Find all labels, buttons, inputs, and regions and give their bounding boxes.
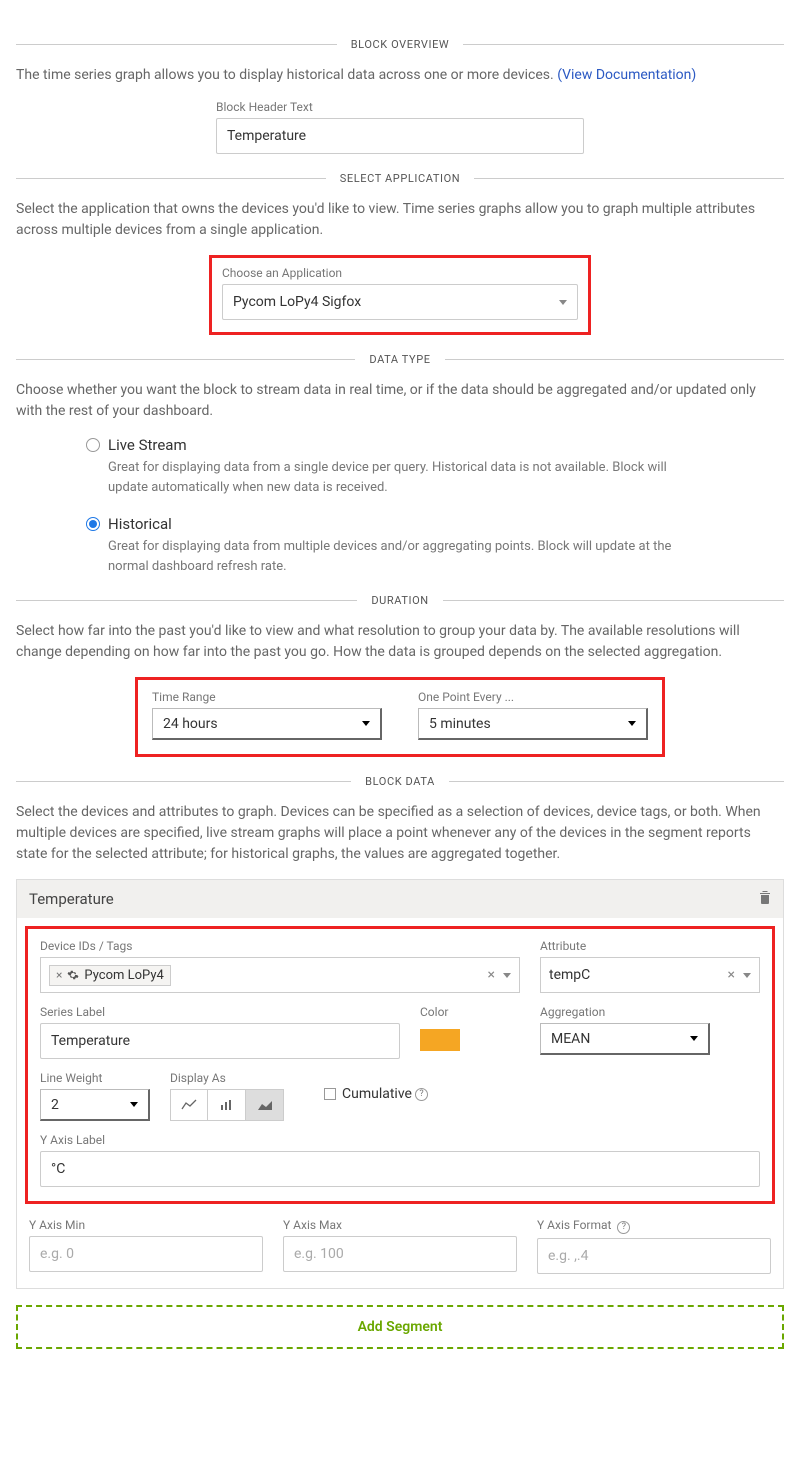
section-divider-duration: DURATION	[16, 594, 784, 607]
display-as-bar-button[interactable]	[208, 1089, 246, 1121]
device-ids-label: Device IDs / Tags	[40, 939, 520, 953]
aggregation-value: MEAN	[551, 1031, 590, 1047]
chevron-down-icon	[362, 721, 370, 726]
y-axis-max-label: Y Axis Max	[283, 1218, 517, 1232]
series-label-label: Series Label	[40, 1005, 400, 1019]
chevron-down-icon	[690, 1036, 698, 1041]
device-ids-input[interactable]: × Pycom LoPy4 ×	[40, 957, 520, 993]
remove-tag-button[interactable]: ×	[56, 968, 62, 982]
chevron-down-icon	[628, 721, 636, 726]
cumulative-label: Cumulative	[342, 1086, 412, 1102]
time-range-label: Time Range	[152, 690, 382, 704]
clear-icon[interactable]: ×	[728, 967, 735, 983]
display-as-line-button[interactable]	[170, 1089, 208, 1121]
view-documentation-link[interactable]: (View Documentation)	[557, 67, 696, 83]
cumulative-checkbox[interactable]	[324, 1088, 336, 1100]
segment-header: Temperature	[17, 880, 783, 918]
section-divider-blockdata: BLOCK DATA	[16, 775, 784, 788]
chevron-down-icon	[130, 1102, 138, 1107]
clear-icon[interactable]: ×	[488, 967, 495, 983]
blockdata-desc: Select the devices and attributes to gra…	[16, 802, 784, 865]
area-chart-icon	[257, 1099, 273, 1111]
y-axis-max-input[interactable]	[283, 1236, 517, 1272]
section-title: DURATION	[357, 594, 442, 607]
chevron-down-icon	[743, 973, 751, 978]
resolution-select[interactable]: 5 minutes	[418, 708, 648, 740]
delete-segment-button[interactable]	[759, 890, 771, 908]
radio-label-historical: Historical	[108, 515, 172, 533]
line-weight-select[interactable]: 2	[40, 1089, 150, 1121]
application-highlight: Choose an Application Pycom LoPy4 Sigfox	[209, 255, 591, 335]
section-divider-application: SELECT APPLICATION	[16, 172, 784, 185]
y-axis-format-label: Y Axis Format ?	[537, 1218, 771, 1234]
help-icon[interactable]: ?	[415, 1088, 428, 1101]
attribute-select[interactable]: tempC ×	[540, 957, 760, 993]
radio-label-live-stream: Live Stream	[108, 436, 187, 454]
section-title: BLOCK OVERVIEW	[337, 38, 464, 51]
chevron-down-icon	[559, 300, 567, 305]
radio-desc-live-stream: Great for displaying data from a single …	[108, 458, 688, 497]
datatype-desc: Choose whether you want the block to str…	[16, 380, 784, 422]
section-divider-overview: BLOCK OVERVIEW	[16, 38, 784, 51]
y-axis-label-label: Y Axis Label	[40, 1133, 760, 1147]
attribute-label: Attribute	[540, 939, 760, 953]
color-label: Color	[420, 1005, 520, 1019]
section-title: SELECT APPLICATION	[326, 172, 474, 185]
section-divider-datatype: DATA TYPE	[16, 353, 784, 366]
segment-title: Temperature	[29, 890, 114, 908]
color-picker[interactable]	[420, 1029, 460, 1051]
radio-historical[interactable]	[86, 517, 100, 531]
y-axis-label-input[interactable]	[40, 1151, 760, 1187]
time-range-value: 24 hours	[163, 716, 218, 732]
series-label-input[interactable]	[40, 1023, 400, 1059]
line-weight-label: Line Weight	[40, 1071, 150, 1085]
segment-body-highlight: Device IDs / Tags × Pycom LoPy4 ×	[25, 926, 775, 1204]
gear-icon	[67, 969, 79, 981]
block-header-input[interactable]	[216, 118, 584, 154]
y-axis-min-label: Y Axis Min	[29, 1218, 263, 1232]
aggregation-select[interactable]: MEAN	[540, 1023, 710, 1055]
radio-live-stream[interactable]	[86, 438, 100, 452]
aggregation-label: Aggregation	[540, 1005, 760, 1019]
time-range-select[interactable]: 24 hours	[152, 708, 382, 740]
y-axis-format-input[interactable]	[537, 1238, 771, 1274]
section-title: DATA TYPE	[355, 353, 444, 366]
display-as-area-button[interactable]	[246, 1089, 284, 1121]
resolution-value: 5 minutes	[429, 716, 491, 732]
application-select[interactable]: Pycom LoPy4 Sigfox	[222, 284, 578, 320]
help-icon[interactable]: ?	[617, 1221, 630, 1234]
section-title: BLOCK DATA	[351, 775, 449, 788]
trash-icon	[759, 890, 771, 904]
line-chart-icon	[181, 1099, 197, 1111]
choose-application-label: Choose an Application	[222, 266, 578, 280]
duration-highlight: Time Range 24 hours One Point Every ... …	[135, 677, 665, 757]
application-value: Pycom LoPy4 Sigfox	[233, 294, 361, 310]
application-desc: Select the application that owns the dev…	[16, 199, 784, 241]
device-tag-label: Pycom LoPy4	[84, 968, 163, 983]
chevron-down-icon	[503, 973, 511, 978]
segment-card: Temperature Device IDs / Tags × Pycom Lo…	[16, 879, 784, 1289]
radio-desc-historical: Great for displaying data from multiple …	[108, 537, 688, 576]
y-axis-min-input[interactable]	[29, 1236, 263, 1272]
resolution-label: One Point Every ...	[418, 690, 648, 704]
add-segment-button[interactable]: Add Segment	[16, 1305, 784, 1349]
device-tag-chip: × Pycom LoPy4	[49, 965, 171, 986]
line-weight-value: 2	[51, 1097, 59, 1113]
duration-desc: Select how far into the past you'd like …	[16, 621, 784, 663]
cumulative-checkbox-row[interactable]: Cumulative ?	[324, 1086, 428, 1102]
display-as-label: Display As	[170, 1071, 284, 1085]
attribute-value: tempC	[549, 967, 590, 983]
bar-chart-icon	[219, 1099, 235, 1111]
block-header-label: Block Header Text	[216, 100, 584, 114]
overview-desc: The time series graph allows you to disp…	[16, 65, 784, 86]
